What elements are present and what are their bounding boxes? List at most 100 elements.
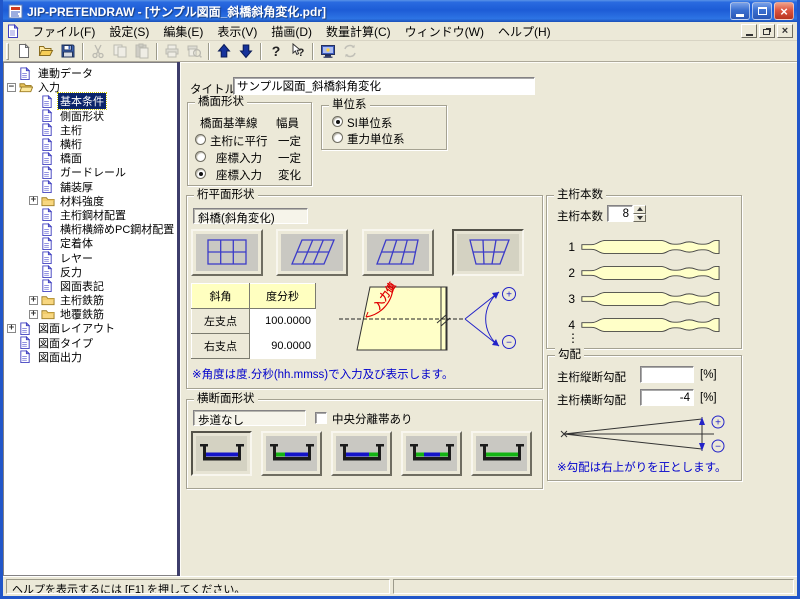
radio-parallel-to-girder[interactable] [195,134,206,145]
tree-panel: 連動データ−入力基本条件側面形状主桁横桁橋面ガードレール舗装厚+材料強度主桁鋼材… [3,62,177,576]
expander-plus-icon[interactable]: + [29,296,38,305]
save-file-button[interactable] [57,42,79,61]
menu-item-window[interactable]: ウィンドウ(W) [398,22,491,41]
cross-section-button-4[interactable] [471,431,532,476]
cross-section-button-2[interactable] [331,431,392,476]
median-strip-label[interactable]: 中央分離帯あり [332,411,413,427]
doc-icon [41,237,55,250]
close-button[interactable]: × [774,2,794,20]
tree-item-10[interactable]: 主桁鋼材配置 [4,208,177,222]
tree-item-0[interactable]: 連動データ [4,66,177,80]
tree-item-18[interactable]: +図面レイアウト [4,321,177,335]
tree-item-3[interactable]: 側面形状 [4,109,177,123]
tree-item-9[interactable]: +材料強度 [4,194,177,208]
median-strip-checkbox[interactable] [315,412,327,424]
tree-item-12[interactable]: 定着体 [4,236,177,250]
deck-no-sidewalk-icon [196,436,247,471]
tree-item-17[interactable]: +地覆鉄筋 [4,307,177,321]
plane-shape-button-0[interactable] [191,229,263,276]
tree-item-2[interactable]: 基本条件 [4,94,177,108]
right-support-value[interactable]: 90.0000 [250,334,316,359]
context-help-button[interactable]: ? [287,42,309,61]
tree-item-13[interactable]: レヤー [4,250,177,264]
expander-spacer [29,97,38,106]
tree-item-4[interactable]: 主桁 [4,123,177,137]
radio-coordinate-varying[interactable] [195,168,206,179]
doc-icon [41,223,55,236]
slope-plus-symbol: + [715,418,721,429]
girder-plan-icon [580,264,720,282]
menu-item-edit[interactable]: 編集(E) [156,22,210,41]
mdi-close-button[interactable]: × [777,24,793,38]
radio-gravity-units-label[interactable]: 重力単位系 [347,131,405,147]
plane-shape-button-3[interactable] [452,229,524,276]
radio-si-units-label[interactable]: SI単位系 [347,115,392,131]
expander-plus-icon[interactable]: + [29,310,38,319]
menu-item-draw[interactable]: 描画(D) [264,22,319,41]
expander-plus-icon[interactable]: + [29,196,38,205]
tree-item-label[interactable]: 図面出力 [36,349,84,365]
doc-icon [41,180,55,193]
tree-item-14[interactable]: 反力 [4,265,177,279]
menu-item-settings[interactable]: 設定(S) [102,22,156,41]
doc-icon [41,109,55,122]
longitudinal-slope-input[interactable] [640,366,694,383]
tree-item-19[interactable]: 図面タイプ [4,336,177,350]
radio-parallel-label[interactable]: 主桁に平行 [210,133,268,149]
girder-count-input[interactable] [607,205,633,222]
plane-shape-legend: 桁平面形状 [194,188,258,202]
plane-shape-button-2[interactable] [362,229,434,276]
menu-item-quantity-calc[interactable]: 数量計算(C) [319,22,398,41]
doc-icon [41,208,55,221]
move-down-button[interactable] [235,42,257,61]
expander-plus-icon[interactable]: + [7,324,16,333]
menu-item-view[interactable]: 表示(V) [210,22,264,41]
dms-col-header: 度分秒 [250,284,316,309]
radio-coordinate-constant[interactable] [195,151,206,162]
cross-section-button-0[interactable] [191,431,252,476]
radio-si-units[interactable] [332,116,343,127]
tree-item-15[interactable]: 図面表記 [4,279,177,293]
help-button[interactable]: ? [265,42,287,61]
tree-item-8[interactable]: 舗装厚 [4,180,177,194]
radio-coordinate-constant-label[interactable]: 座標入力 [216,150,262,166]
title-input[interactable] [233,77,535,95]
menu-items: ファイル(F)設定(S)編集(E)表示(V)描画(D)数量計算(C)ウィンドウ(… [25,22,741,41]
mdi-minimize-button[interactable] [741,24,757,38]
document-icon[interactable] [7,24,21,38]
left-support-value[interactable]: 100.0000 [250,309,316,334]
girder-number: 2 [561,266,575,280]
plane-shape-button-1[interactable] [276,229,348,276]
tree-item-11[interactable]: 横桁横締めPC鋼材配置 [4,222,177,236]
tree-item-20[interactable]: 図面出力 [4,350,177,364]
close-icon: × [780,5,788,18]
radio-gravity-units[interactable] [332,132,343,143]
girder-plan-icon [580,316,720,334]
menu-item-file[interactable]: ファイル(F) [25,22,102,41]
tree-item-7[interactable]: ガードレール [4,165,177,179]
cross-section-button-1[interactable] [261,431,322,476]
tree-item-1[interactable]: −入力 [4,80,177,94]
radio-coordinate-varying-label[interactable]: 座標入力 [216,167,262,183]
tree-item-5[interactable]: 横桁 [4,137,177,151]
expander-spacer [29,281,38,290]
transverse-slope-input[interactable] [640,389,694,406]
move-up-button[interactable] [213,42,235,61]
toolbar-grip[interactable] [6,43,9,60]
menu-item-help[interactable]: ヘルプ(H) [491,22,558,41]
maximize-button[interactable] [752,2,772,20]
open-file-button[interactable] [35,42,57,61]
spinner-up-button[interactable] [633,205,646,214]
mdi-restore-button[interactable] [759,24,775,38]
display-settings-button[interactable] [317,42,339,61]
new-file-button[interactable] [13,42,35,61]
tree-item-6[interactable]: 橋面 [4,151,177,165]
paste-button [131,42,153,61]
minimize-button[interactable] [730,2,750,20]
maximize-icon [758,7,767,15]
cross-section-button-3[interactable] [401,431,462,476]
expander-minus-icon[interactable]: − [7,83,16,92]
spinner-down-button[interactable] [633,214,646,223]
tree-item-16[interactable]: +主桁鉄筋 [4,293,177,307]
unit-system-legend: 単位系 [329,98,370,112]
